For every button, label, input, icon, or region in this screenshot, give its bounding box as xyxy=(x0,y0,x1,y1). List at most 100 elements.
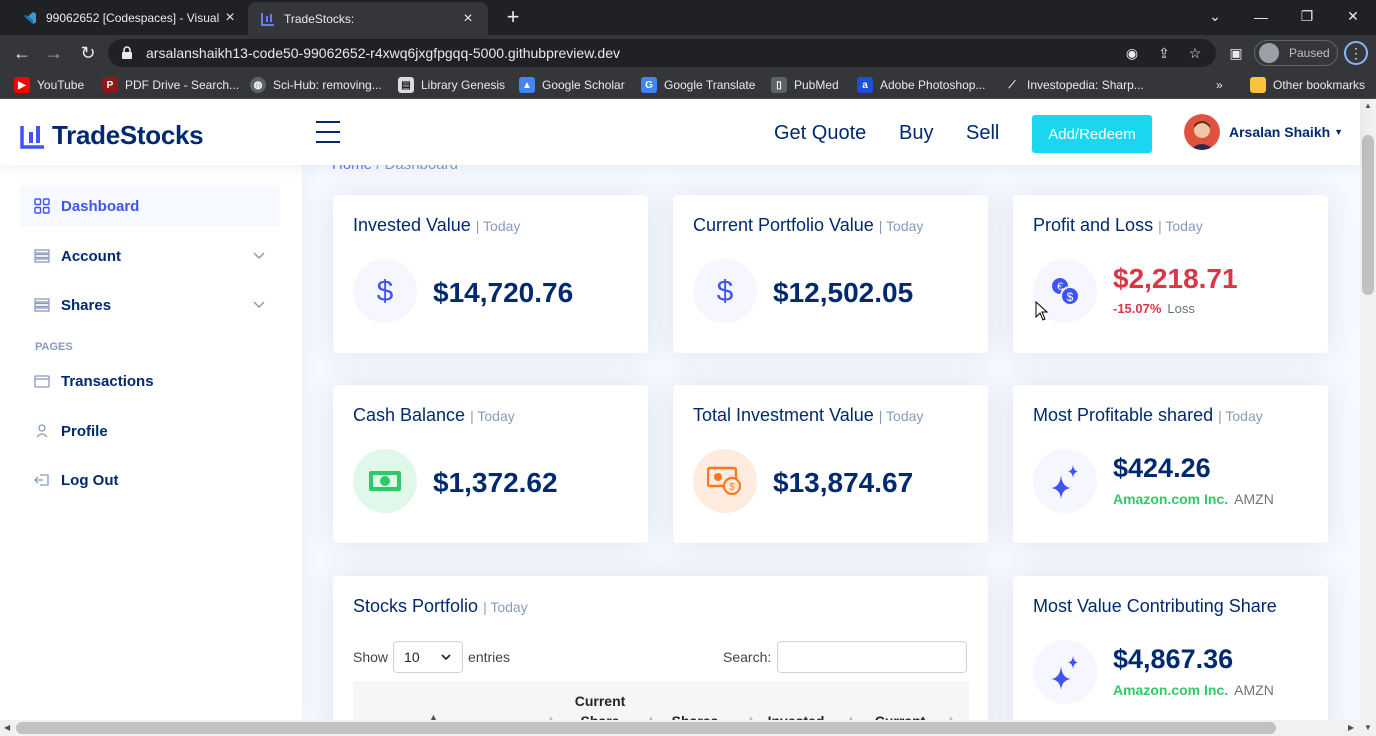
bookmark-sci-hub[interactable]: ◍ Sci-Hub: removing... xyxy=(250,76,382,94)
pages-heading: PAGES xyxy=(35,341,73,353)
card-subtitle: | Today xyxy=(1158,218,1203,234)
sidepanel-icon[interactable]: ▣ xyxy=(1226,43,1246,63)
tab-tradestocks[interactable]: TradeStocks: × xyxy=(248,2,488,35)
svg-text:$: $ xyxy=(717,275,734,307)
bookmark-investopedia[interactable]: ⟋ Investopedia: Sharp... xyxy=(1004,76,1144,94)
svg-text:$: $ xyxy=(377,275,394,307)
scrollbar-thumb[interactable] xyxy=(16,722,1276,734)
ticker-symbol: AMZN xyxy=(1234,491,1274,507)
breadcrumb: Home / Dashboard xyxy=(332,165,458,173)
column-header-current[interactable]: Current xyxy=(865,711,935,720)
scroll-right-icon[interactable]: ▶ xyxy=(1348,723,1354,732)
card-subtitle: | Today xyxy=(1218,408,1263,424)
restore-icon[interactable]: ❐ xyxy=(1284,0,1330,33)
sidebar-item-label: Shares xyxy=(61,296,112,314)
dollar-icon: $ xyxy=(353,259,417,323)
stack-icon xyxy=(34,249,50,263)
eye-icon[interactable]: ◉ xyxy=(1122,43,1142,63)
bookmark-adobe-photoshop[interactable]: a Adobe Photoshop... xyxy=(857,76,985,94)
sidebar-item-profile[interactable]: Profile xyxy=(20,410,280,452)
close-icon[interactable]: × xyxy=(460,10,476,28)
sidebar-item-logout[interactable]: Log Out xyxy=(20,459,280,501)
scroll-left-icon[interactable]: ◀ xyxy=(4,723,10,732)
entries-select[interactable]: 10 xyxy=(393,641,464,673)
bookmark-library-genesis[interactable]: ▤ Library Genesis xyxy=(398,76,505,94)
main-content: Home / Dashboard Invested Value | Today … xyxy=(302,165,1360,720)
reload-icon[interactable]: ↻ xyxy=(76,41,100,65)
column-header-shares[interactable]: Shares xyxy=(665,711,725,720)
share-icon[interactable]: ⇪ xyxy=(1154,43,1174,63)
column-header-invested[interactable]: Invested xyxy=(761,711,831,720)
bookmark-youtube[interactable]: ▶ YouTube xyxy=(14,76,84,94)
scroll-up-icon[interactable]: ▲ xyxy=(1364,101,1372,110)
user-menu[interactable]: Arsalan Shaikh ▼ xyxy=(1184,114,1343,150)
horizontal-scrollbar[interactable]: ◀ ▶ ▼ xyxy=(0,720,1376,736)
card-title-text: Profit and Loss xyxy=(1033,215,1154,235)
tab-codespaces[interactable]: 99062652 [Codespaces] - Visual S × xyxy=(10,0,250,35)
scroll-down-icon[interactable]: ▼ xyxy=(1364,723,1372,732)
other-bookmarks[interactable]: Other bookmarks xyxy=(1250,76,1365,94)
breadcrumb-home[interactable]: Home xyxy=(332,165,372,173)
bookmark-pdf-drive[interactable]: P PDF Drive - Search... xyxy=(102,76,239,94)
forward-icon[interactable]: → xyxy=(42,41,66,65)
nav-buy[interactable]: Buy xyxy=(899,122,933,145)
stars-icon xyxy=(1033,640,1097,704)
vertical-scrollbar[interactable]: ▲ xyxy=(1360,99,1376,720)
address-bar[interactable]: arsalanshaikh13-code50-99062652-r4xwq6jx… xyxy=(108,39,1216,67)
card-icon xyxy=(34,375,50,388)
search-label: Search: xyxy=(723,649,772,665)
most-profitable-meta: Amazon.com Inc. AMZN xyxy=(1113,491,1274,507)
bookmark-google-scholar[interactable]: ▲ Google Scholar xyxy=(519,76,625,94)
cash-icon xyxy=(353,449,417,513)
youtube-icon: ▶ xyxy=(14,77,30,93)
bookmark-google-translate[interactable]: G Google Translate xyxy=(641,76,755,94)
sidebar-item-shares[interactable]: Shares xyxy=(20,284,280,326)
mouse-cursor-icon xyxy=(1035,301,1049,321)
card-title-text: Total Investment Value xyxy=(693,405,874,425)
card-subtitle: | Today xyxy=(470,408,515,424)
nav-get-quote[interactable]: Get Quote xyxy=(774,122,866,145)
column-header-current-share[interactable]: Current Share xyxy=(565,691,635,720)
new-tab-icon[interactable]: + xyxy=(502,6,524,28)
star-icon[interactable]: ☆ xyxy=(1185,43,1205,63)
bookmarks-overflow-icon[interactable]: » xyxy=(1216,76,1223,94)
card-title: Total Investment Value | Today xyxy=(693,405,923,426)
nav-sell[interactable]: Sell xyxy=(966,122,999,145)
folder-icon xyxy=(1250,77,1266,93)
person-icon xyxy=(36,424,48,438)
add-redeem-button[interactable]: Add/Redeem xyxy=(1032,115,1152,153)
bookmark-label: Google Scholar xyxy=(542,78,625,92)
breadcrumb-separator: / xyxy=(376,165,380,173)
back-icon[interactable]: ← xyxy=(10,41,34,65)
user-name: Arsalan Shaikh xyxy=(1229,124,1331,140)
vscode-icon xyxy=(22,10,38,26)
close-icon[interactable]: × xyxy=(222,9,238,27)
minimize-icon[interactable]: — xyxy=(1238,0,1284,33)
caret-down-icon: ▼ xyxy=(1334,127,1344,137)
total-investment-value: $13,874.67 xyxy=(773,467,914,498)
sidebar-item-account[interactable]: Account xyxy=(20,235,280,277)
profit-loss-label: Loss xyxy=(1167,301,1195,316)
browser-toolbar: ← → ↻ arsalanshaikh13-code50-99062652-r4… xyxy=(0,35,1376,71)
sidebar: Dashboard Account Shares PAGES Transacti… xyxy=(0,165,302,720)
window-close-icon[interactable]: ✕ xyxy=(1330,0,1376,33)
sidebar-item-dashboard[interactable]: Dashboard xyxy=(20,185,280,227)
card-subtitle: | Today xyxy=(878,218,924,234)
tab-title: TradeStocks: xyxy=(284,11,355,26)
bookmark-pubmed[interactable]: ▯ PubMed xyxy=(771,76,839,94)
search-input[interactable] xyxy=(777,641,968,673)
chevron-down-icon[interactable]: ⌄ xyxy=(1192,0,1238,33)
profile-paused-button[interactable]: Paused xyxy=(1254,40,1338,66)
scrollbar-thumb[interactable] xyxy=(1362,135,1374,295)
avatar xyxy=(1184,114,1220,150)
cash-balance-value: $1,372.62 xyxy=(433,467,558,498)
brand-logo[interactable]: TradeStocks xyxy=(20,120,204,151)
menu-toggle-icon[interactable] xyxy=(316,121,340,143)
sort-asc-icon[interactable]: ▲ xyxy=(429,707,438,720)
scholar-icon: ▲ xyxy=(519,77,535,93)
sidebar-item-label: Profile xyxy=(61,422,108,440)
sort-icon: ▲ xyxy=(747,714,755,720)
sidebar-item-transactions[interactable]: Transactions xyxy=(20,360,280,402)
sidebar-item-label: Account xyxy=(61,247,121,265)
browser-menu-icon[interactable]: ⋮ xyxy=(1344,41,1368,65)
